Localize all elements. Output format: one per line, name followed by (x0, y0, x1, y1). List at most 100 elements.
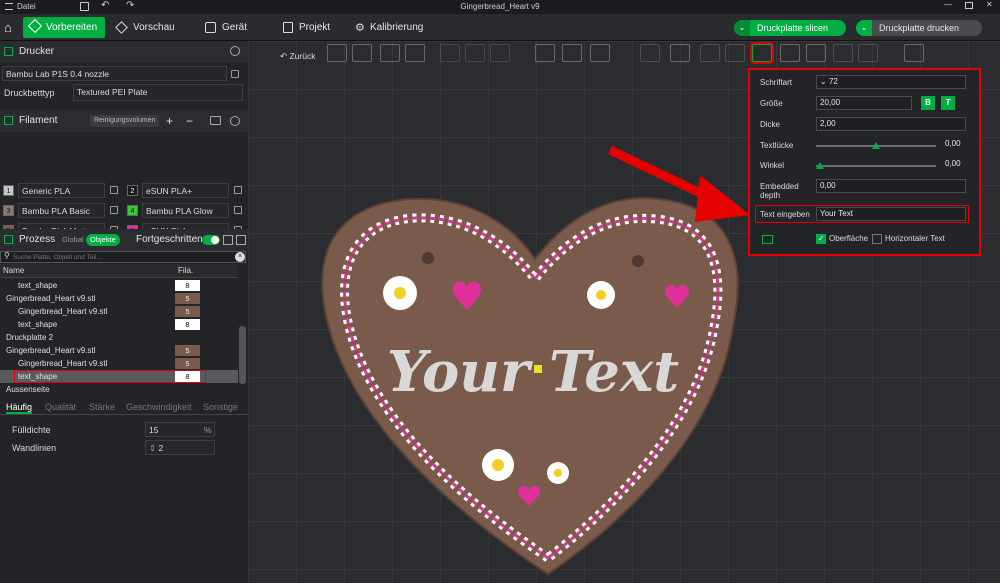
italic-button[interactable]: T (941, 96, 955, 110)
tab-device[interactable]: Gerät (222, 14, 247, 41)
edit-icon[interactable] (234, 186, 242, 194)
bed-type-select[interactable]: Textured PEI Plate (73, 84, 243, 101)
bold-button[interactable]: B (921, 96, 935, 110)
filament-swatch[interactable]: 1 (3, 185, 14, 196)
paint-icon[interactable] (780, 44, 800, 62)
orient-icon[interactable] (380, 44, 400, 62)
infill-input[interactable]: 15 % (145, 422, 215, 437)
tab-others[interactable]: Sonstige (203, 402, 238, 412)
tab-quality[interactable]: Qualität (45, 402, 76, 412)
lay-on-face-icon[interactable] (640, 44, 660, 62)
chevron-down-icon[interactable]: ⌄ (734, 20, 750, 36)
tree-row[interactable]: text_shape 8 (0, 318, 238, 331)
slice-button[interactable]: ⌄ Druckplatte slicen (734, 20, 846, 36)
chevron-down-icon[interactable]: ⌄ (856, 20, 872, 36)
edit-icon[interactable] (110, 206, 118, 214)
tree-row[interactable]: Gingerbread_Heart v9.stl 5 (0, 357, 238, 370)
compare-icon[interactable] (236, 235, 246, 245)
global-toggle[interactable]: Global (62, 229, 84, 251)
tab-common[interactable]: Häufig (6, 402, 33, 414)
edit-icon[interactable] (234, 206, 242, 214)
view-icon[interactable] (904, 44, 924, 62)
filament-select[interactable]: Bambu PLA Glow (142, 203, 229, 218)
tab-preview[interactable]: Vorschau (133, 14, 175, 41)
minimize-icon[interactable]: — (944, 0, 952, 9)
search-input[interactable] (13, 252, 223, 262)
angle-value-box[interactable]: 0,00 (942, 158, 968, 172)
text-tool-icon[interactable] (750, 42, 774, 64)
filament-number[interactable]: 5 (175, 293, 200, 304)
filament-number[interactable]: 8 (175, 280, 200, 291)
filament-number[interactable]: 5 (175, 345, 200, 356)
angle-slider[interactable] (816, 165, 936, 167)
edit-icon[interactable] (110, 186, 118, 194)
walls-stepper[interactable]: ⇕ 2 (145, 440, 215, 455)
filament-number[interactable]: 5 (175, 358, 200, 369)
keyboard-icon[interactable] (762, 235, 773, 244)
move-icon[interactable] (535, 44, 555, 62)
thickness-input[interactable]: 2,00 (816, 117, 966, 131)
support-paint-icon[interactable] (725, 44, 745, 62)
plate-icon[interactable] (465, 44, 485, 62)
filament-select[interactable]: Bambu PLA Basic (18, 203, 105, 218)
flush-volume-button[interactable]: Reinigungsvolumen (90, 115, 160, 127)
maximize-icon[interactable] (965, 2, 973, 9)
text-anchor-handle[interactable] (534, 365, 542, 373)
angle-slider-thumb[interactable] (816, 162, 824, 169)
objects-toggle[interactable]: Objekte (86, 234, 120, 246)
surface-checkbox[interactable]: ✓ (816, 234, 826, 244)
add-icon[interactable]: + (166, 110, 173, 132)
filament-number[interactable]: 8 (175, 319, 200, 330)
size-input[interactable]: 20,00 (816, 96, 912, 110)
mesh-boolean-icon[interactable] (700, 44, 720, 62)
filament-select[interactable]: eSUN PLA+ (142, 183, 229, 198)
grid-icon[interactable] (352, 44, 372, 62)
assembly-icon[interactable] (833, 44, 853, 62)
explode-icon[interactable] (858, 44, 878, 62)
object-search[interactable]: ⚲ × (0, 251, 246, 263)
filament-swatch[interactable]: 3 (3, 205, 14, 216)
tree-scrollbar[interactable] (239, 326, 246, 384)
gear-icon[interactable] (230, 46, 240, 56)
tree-row[interactable]: text_shape 8 (0, 279, 238, 292)
printer-select[interactable]: Bambu Lab P1S 0.4 nozzle (2, 66, 227, 81)
filament-number[interactable]: 5 (175, 306, 200, 317)
tab-speed[interactable]: Geschwindigkeit (126, 402, 192, 412)
filament-swatch[interactable]: 4 (127, 205, 138, 216)
font-select[interactable]: ⌄ 72 (816, 75, 966, 89)
split-icon[interactable] (440, 44, 460, 62)
tree-row[interactable]: Aussenseite (0, 383, 238, 396)
tree-row[interactable]: Gingerbread_Heart v9.stl 5 (0, 305, 238, 318)
text-input[interactable]: Your Text (816, 207, 966, 221)
add-cube-icon[interactable] (327, 44, 347, 62)
tree-row[interactable]: Druckplatte 2 (0, 331, 238, 344)
tab-project[interactable]: Projekt (299, 14, 330, 41)
print-button[interactable]: ⌄ Druckplatte drucken (856, 20, 982, 36)
layout-icon[interactable] (405, 44, 425, 62)
home-icon[interactable]: ⌂ (4, 20, 12, 35)
gap-slider-thumb[interactable] (872, 142, 880, 149)
edit-icon[interactable] (231, 70, 239, 78)
remove-icon[interactable]: − (186, 110, 193, 132)
scale-icon[interactable] (590, 44, 610, 62)
tree-row[interactable]: Gingerbread_Heart v9.stl 5 (0, 344, 238, 357)
stepper-icon[interactable]: ⇕ (149, 443, 156, 453)
filament-select[interactable]: Generic PLA (18, 183, 105, 198)
filament-swatch[interactable]: 2 (127, 185, 138, 196)
tree-row[interactable]: Gingerbread_Heart v9.stl 5 (0, 292, 238, 305)
cut-icon[interactable] (670, 44, 690, 62)
tab-strength[interactable]: Stärke (89, 402, 115, 412)
clear-icon[interactable]: × (235, 252, 245, 262)
sync-icon[interactable] (210, 116, 221, 125)
tab-calibration[interactable]: Kalibrierung (370, 14, 423, 41)
close-icon[interactable]: ✕ (986, 0, 993, 9)
horizontal-checkbox[interactable] (872, 234, 882, 244)
list-icon[interactable] (223, 235, 233, 245)
depth-input[interactable]: 0,00 (816, 179, 966, 193)
gap-value-box[interactable]: 0,00 (942, 138, 968, 152)
rotate-icon[interactable] (562, 44, 582, 62)
measure-icon[interactable] (806, 44, 826, 62)
layers-icon[interactable] (490, 44, 510, 62)
printer-section-header[interactable]: Drucker (0, 41, 248, 63)
gear-icon[interactable] (230, 116, 240, 126)
